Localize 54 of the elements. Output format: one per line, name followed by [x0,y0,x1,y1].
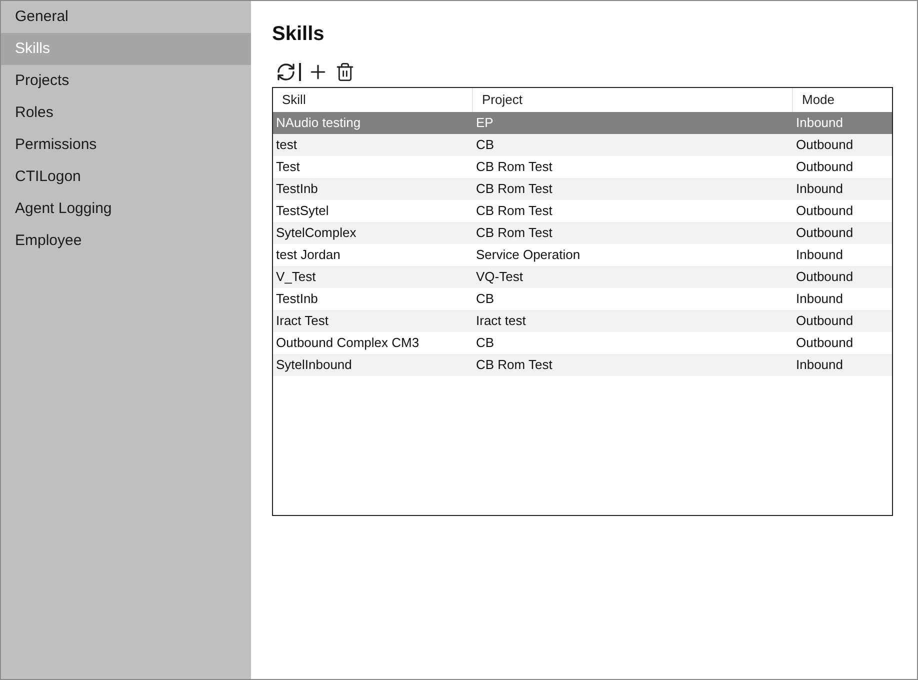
table-row[interactable]: TestInb CB Rom Test Inbound [273,178,892,200]
table-cell-text: Iract test [475,312,527,330]
sidebar-item[interactable]: General [1,1,251,33]
table-cell-text: CB Rom Test [475,224,554,242]
table-row[interactable]: test CB Outbound [273,134,892,156]
page-title: Skills [272,22,326,47]
table-cell-text: Test [275,158,301,176]
table-row[interactable]: Iract Test Iract test Outbound [273,310,892,332]
table-cell-text: test Jordan [275,246,342,264]
sidebar-item[interactable]: Projects [1,65,251,97]
table-cell-text: V_Test [275,268,317,286]
table-row[interactable]: SytelInbound CB Rom Test Inbound [273,354,892,376]
table-cell-text: CB [475,136,496,154]
table-cell-text: Outbound [795,312,854,330]
table-cell-text: CB [475,334,496,352]
table-cell-text: test [275,136,298,154]
table-cell-text: Outbound [795,136,854,154]
table-cell-text: Inbound [795,114,844,132]
table-row[interactable]: NAudio testing EP Inbound [273,112,892,134]
table-cell-text: Inbound [795,290,844,308]
table-cell-text: TestInb [275,290,319,308]
table-cell-text: Inbound [795,180,844,198]
table-cell-text: CB Rom Test [475,158,554,176]
table-cell-text: Outbound [795,268,854,286]
table-cell-text: Iract Test [275,312,330,330]
table-cell-text: CB [475,290,496,308]
table-cell-text: TestSytel [275,202,330,220]
table-row[interactable]: SytelComplex CB Rom Test Outbound [273,222,892,244]
table-cell-text: VQ-Test [475,268,524,286]
table-cell-text: Inbound [795,246,844,264]
table-cell-text: Outbound [795,334,854,352]
column-header[interactable]: Mode [793,88,892,112]
sidebar-item[interactable]: CTILogon [1,161,251,193]
table-cell-text: CB Rom Test [475,180,554,198]
table-cell-text: CB Rom Test [475,356,554,374]
table-cell-text: CB Rom Test [475,202,554,220]
refresh-icon[interactable] [276,62,296,82]
table-cell-text: SytelInbound [275,356,353,374]
table-cell-text: Outbound [795,224,854,242]
table-cell-text: Service Operation [475,246,582,264]
table-cell-text: NAudio testing [275,114,362,132]
sidebar-item[interactable]: Agent Logging [1,193,251,225]
sidebar-item[interactable]: Permissions [1,129,251,161]
sidebar-item[interactable]: Roles [1,97,251,129]
sidebar-item[interactable]: Employee [1,225,251,257]
table-cell-text: Outbound Complex CM3 [275,334,420,352]
table-cell-text: Inbound [795,356,844,374]
table-row[interactable]: V_Test VQ-Test Outbound [273,266,892,288]
table-cell-text: EP [475,114,494,132]
delete-icon[interactable] [335,62,355,82]
table-cell-text: SytelComplex [275,224,358,242]
table-cell-text: Outbound [795,158,854,176]
table-cell-text: TestInb [275,180,319,198]
table-cell-text: Outbound [795,202,854,220]
